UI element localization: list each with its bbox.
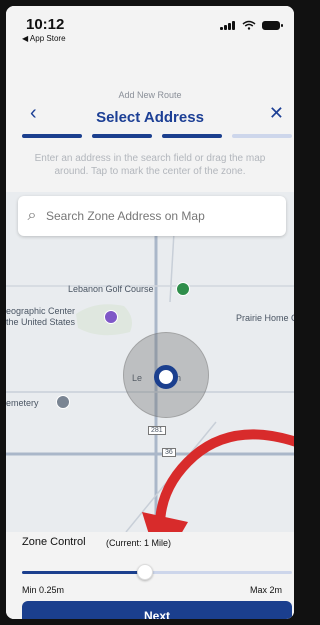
cellular-signal-icon xyxy=(220,20,236,30)
progress-steps xyxy=(22,134,292,138)
search-bar[interactable]: ⌕ Search Zone Address on Map xyxy=(18,196,286,236)
zone-size-slider[interactable] xyxy=(22,564,292,580)
battery-icon xyxy=(262,20,283,30)
slider-max-label: Max 2m xyxy=(249,585,282,595)
status-time: 10:12 xyxy=(26,16,65,33)
phone-frame: 10:12 ◀ App Store ‹ Add New Route Select… xyxy=(4,4,296,621)
slider-fill xyxy=(22,571,144,574)
progress-step-1 xyxy=(22,134,82,138)
cemetery-icon[interactable] xyxy=(56,395,70,409)
page-title: Select Address xyxy=(96,109,204,126)
slider-min-label: Min 0.25m xyxy=(22,585,65,595)
close-button[interactable]: ✕ xyxy=(269,104,284,122)
map-label-golf-course: Lebanon Golf Course xyxy=(68,284,154,294)
golf-course-icon[interactable] xyxy=(176,282,190,296)
header: ‹ Add New Route Select Address ✕ xyxy=(6,76,294,128)
wifi-icon xyxy=(242,20,256,30)
progress-step-2 xyxy=(92,134,152,138)
zone-center-pin[interactable] xyxy=(154,365,178,389)
progress-step-3 xyxy=(162,134,222,138)
landmark-icon[interactable] xyxy=(104,310,118,324)
map-label-geographic-center-line2: the United States xyxy=(6,317,76,327)
map-label-cemetery: emetery xyxy=(6,398,39,408)
map-label-geographic-center: eographic Center xyxy=(6,306,76,316)
instruction-text: Enter an address in the search field or … xyxy=(34,153,266,177)
status-bar: 10:12 ◀ App Store xyxy=(6,6,294,50)
header-subtitle: Add New Route xyxy=(118,90,182,100)
next-button[interactable]: Next xyxy=(22,601,292,619)
map-label-prairie-home: Prairie Home C xyxy=(236,313,296,323)
app-store-back-link[interactable]: ◀ App Store xyxy=(22,34,66,43)
zone-control-label: Zone Control xyxy=(22,536,86,548)
search-icon: ⌕ xyxy=(27,207,37,224)
zone-control-current: (Current: 1 Mile) xyxy=(106,538,172,548)
system-indicators xyxy=(220,20,283,30)
slider-thumb[interactable] xyxy=(136,564,153,580)
search-placeholder[interactable]: Search Zone Address on Map xyxy=(46,209,205,223)
progress-step-4 xyxy=(232,134,292,138)
